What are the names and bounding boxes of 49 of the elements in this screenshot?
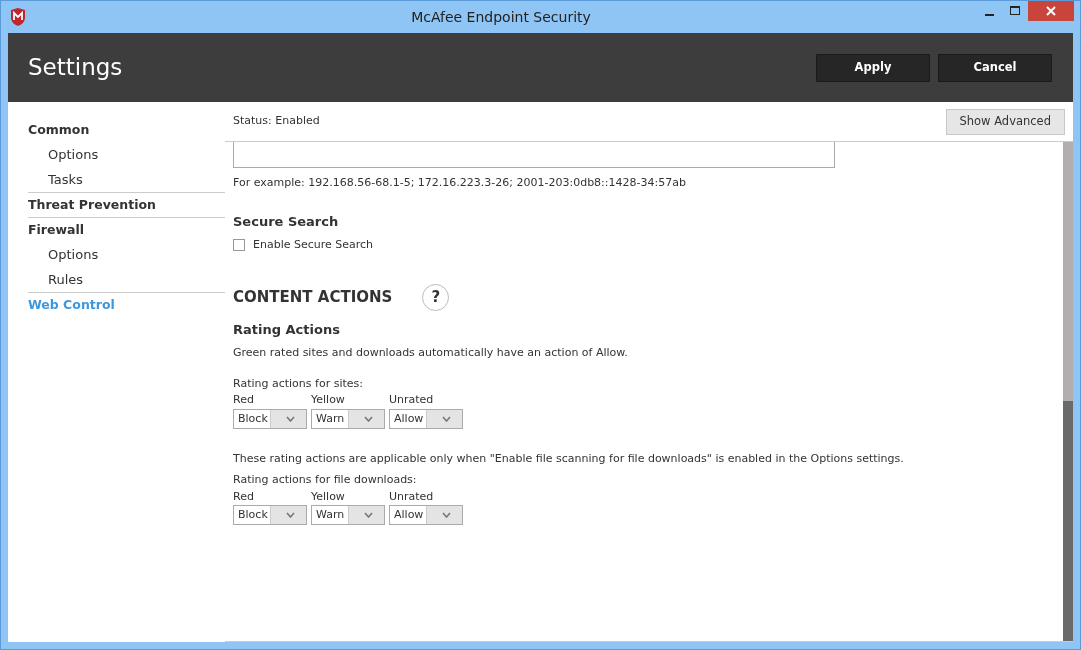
address-field[interactable]	[233, 142, 835, 168]
sidebar-item[interactable]: Common	[28, 118, 225, 142]
select-label: Yellow	[311, 392, 346, 408]
select-label: Unrated	[389, 488, 435, 505]
select-label: Red	[233, 488, 255, 505]
page-title: Settings	[28, 53, 124, 82]
sidebar-subitem[interactable]: Options	[28, 242, 225, 267]
maximize-icon	[1009, 6, 1021, 16]
chevron-down-icon	[441, 512, 451, 518]
close-icon	[1046, 6, 1056, 16]
select-label: Unrated	[389, 392, 435, 408]
chevron-down-icon	[363, 512, 373, 518]
dropdown[interactable]: Block	[233, 505, 307, 525]
header-button[interactable]: Apply	[816, 53, 930, 82]
group-label: Rating actions for file downloads:	[233, 472, 418, 488]
dropdown[interactable]: Allow	[389, 505, 463, 525]
sidebar-subitem[interactable]: Options	[28, 142, 225, 167]
checkbox-label: Enable Secure Search	[253, 237, 374, 253]
chevron-down-icon	[363, 415, 373, 422]
app-logo-icon	[10, 8, 26, 26]
checkbox[interactable]	[233, 239, 245, 252]
sidebar-item[interactable]: Threat Prevention	[28, 193, 225, 217]
scrollbar[interactable]	[1063, 142, 1073, 641]
select-label: Yellow	[311, 488, 346, 505]
chevron-down-icon	[285, 415, 295, 422]
scrollbar-thumb[interactable]	[1063, 401, 1073, 641]
close-button[interactable]	[1028, 1, 1074, 21]
sidebar-item[interactable]: Firewall	[28, 218, 225, 242]
status-text: Status: Enabled	[233, 113, 320, 130]
subsection-heading: Rating Actions	[233, 320, 341, 339]
dropdown[interactable]: Block	[233, 408, 307, 429]
minimize-icon	[984, 14, 994, 16]
show-advanced-button[interactable]: Show Advanced	[945, 108, 1065, 135]
header-button[interactable]: Cancel	[938, 53, 1052, 82]
group-label: Rating actions for sites:	[233, 375, 364, 392]
info-text: These rating actions are applicable only when "Enable file scanning for file downloads" is enabled in the Options settings.	[233, 450, 905, 467]
note-text: Green rated sites and downloads automatically have an action of Allow.	[233, 345, 629, 361]
window-title: McAfee Endpoint Security	[410, 7, 592, 27]
chevron-down-icon	[441, 415, 451, 422]
sidebar-subitem[interactable]: Rules	[28, 267, 225, 292]
sidebar-subitem[interactable]: Tasks	[28, 167, 225, 192]
select-label: Red	[233, 392, 255, 408]
section-heading: Secure Search	[233, 212, 340, 231]
section-heading: CONTENT ACTIONS	[233, 286, 393, 308]
chevron-down-icon	[285, 512, 295, 518]
dropdown[interactable]: Allow	[389, 408, 463, 429]
dropdown[interactable]: Warn	[311, 408, 385, 429]
example-text: For example: 192.168.56-68.1-5; 172.16.223.3-26; 2001-203:0db8::1428-34:57ab	[233, 175, 687, 191]
dropdown[interactable]: Warn	[311, 505, 385, 525]
